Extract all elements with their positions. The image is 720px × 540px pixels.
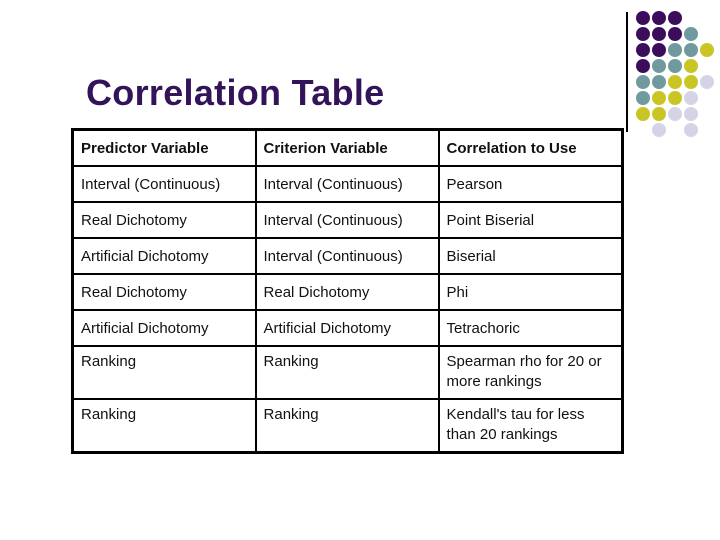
table-row: Artificial Dichotomy Artificial Dichotom…: [71, 309, 624, 347]
decorative-dot: [684, 75, 698, 89]
correlation-cell: Kendall's tau for less than 20 rankings: [437, 398, 624, 454]
correlation-cell: Tetrachoric: [437, 309, 624, 347]
decorative-dot: [668, 11, 682, 25]
predictor-cell: Ranking: [71, 345, 257, 400]
decorative-dot: [636, 75, 650, 89]
decorative-dot: [668, 27, 682, 41]
decorative-dot: [700, 43, 714, 57]
table-row: Interval (Continuous) Interval (Continuo…: [71, 165, 624, 203]
table-row: Real Dichotomy Interval (Continuous) Poi…: [71, 201, 624, 239]
correlation-cell: Phi: [437, 273, 624, 311]
table-row: Ranking Ranking Spearman rho for 20 or m…: [71, 345, 624, 400]
table-row: Artificial Dichotomy Interval (Continuou…: [71, 237, 624, 275]
predictor-cell: Interval (Continuous): [71, 165, 257, 203]
criterion-cell: Interval (Continuous): [254, 237, 440, 275]
header-correlation-to-use: Correlation to Use: [437, 128, 624, 167]
decorative-dot: [652, 75, 666, 89]
decorative-dot: [700, 75, 714, 89]
decorative-dot: [684, 107, 698, 121]
decorative-vertical-line: [626, 12, 628, 132]
decorative-dot: [668, 91, 682, 105]
decorative-dot: [652, 59, 666, 73]
criterion-cell: Ranking: [254, 345, 440, 400]
decorative-dot: [636, 91, 650, 105]
table-row: Ranking Ranking Kendall's tau for less t…: [71, 398, 624, 454]
decorative-dot: [636, 11, 650, 25]
decorative-dot: [636, 59, 650, 73]
criterion-cell: Real Dichotomy: [254, 273, 440, 311]
decorative-dot: [684, 123, 698, 137]
table-header-row: Predictor Variable Criterion Variable Co…: [71, 128, 624, 167]
decorative-dot: [636, 107, 650, 121]
decorative-dot: [668, 75, 682, 89]
criterion-cell: Interval (Continuous): [254, 165, 440, 203]
correlation-cell: Pearson: [437, 165, 624, 203]
decorative-dot: [652, 123, 666, 137]
correlation-cell: Biserial: [437, 237, 624, 275]
decorative-dot: [668, 59, 682, 73]
decorative-dot: [652, 107, 666, 121]
predictor-cell: Ranking: [71, 398, 257, 454]
decorative-dot: [652, 11, 666, 25]
correlation-cell: Spearman rho for 20 or more rankings: [437, 345, 624, 400]
slide-title: Correlation Table: [86, 72, 385, 113]
table-row: Real Dichotomy Real Dichotomy Phi: [71, 273, 624, 311]
decorative-dot: [636, 43, 650, 57]
criterion-cell: Ranking: [254, 398, 440, 454]
correlation-table: Predictor Variable Criterion Variable Co…: [71, 128, 624, 454]
decorative-dot: [636, 27, 650, 41]
decorative-dot: [684, 27, 698, 41]
predictor-cell: Artificial Dichotomy: [71, 237, 257, 275]
decorative-dot: [684, 91, 698, 105]
decorative-dot: [684, 59, 698, 73]
decorative-dot: [652, 91, 666, 105]
criterion-cell: Interval (Continuous): [254, 201, 440, 239]
predictor-cell: Real Dichotomy: [71, 273, 257, 311]
correlation-cell: Point Biserial: [437, 201, 624, 239]
decorative-dot: [668, 107, 682, 121]
predictor-cell: Real Dichotomy: [71, 201, 257, 239]
decorative-dot: [668, 43, 682, 57]
header-predictor-variable: Predictor Variable: [71, 128, 257, 167]
decorative-dot: [652, 43, 666, 57]
decorative-dot: [652, 27, 666, 41]
header-criterion-variable: Criterion Variable: [254, 128, 440, 167]
criterion-cell: Artificial Dichotomy: [254, 309, 440, 347]
predictor-cell: Artificial Dichotomy: [71, 309, 257, 347]
decorative-dot: [684, 43, 698, 57]
